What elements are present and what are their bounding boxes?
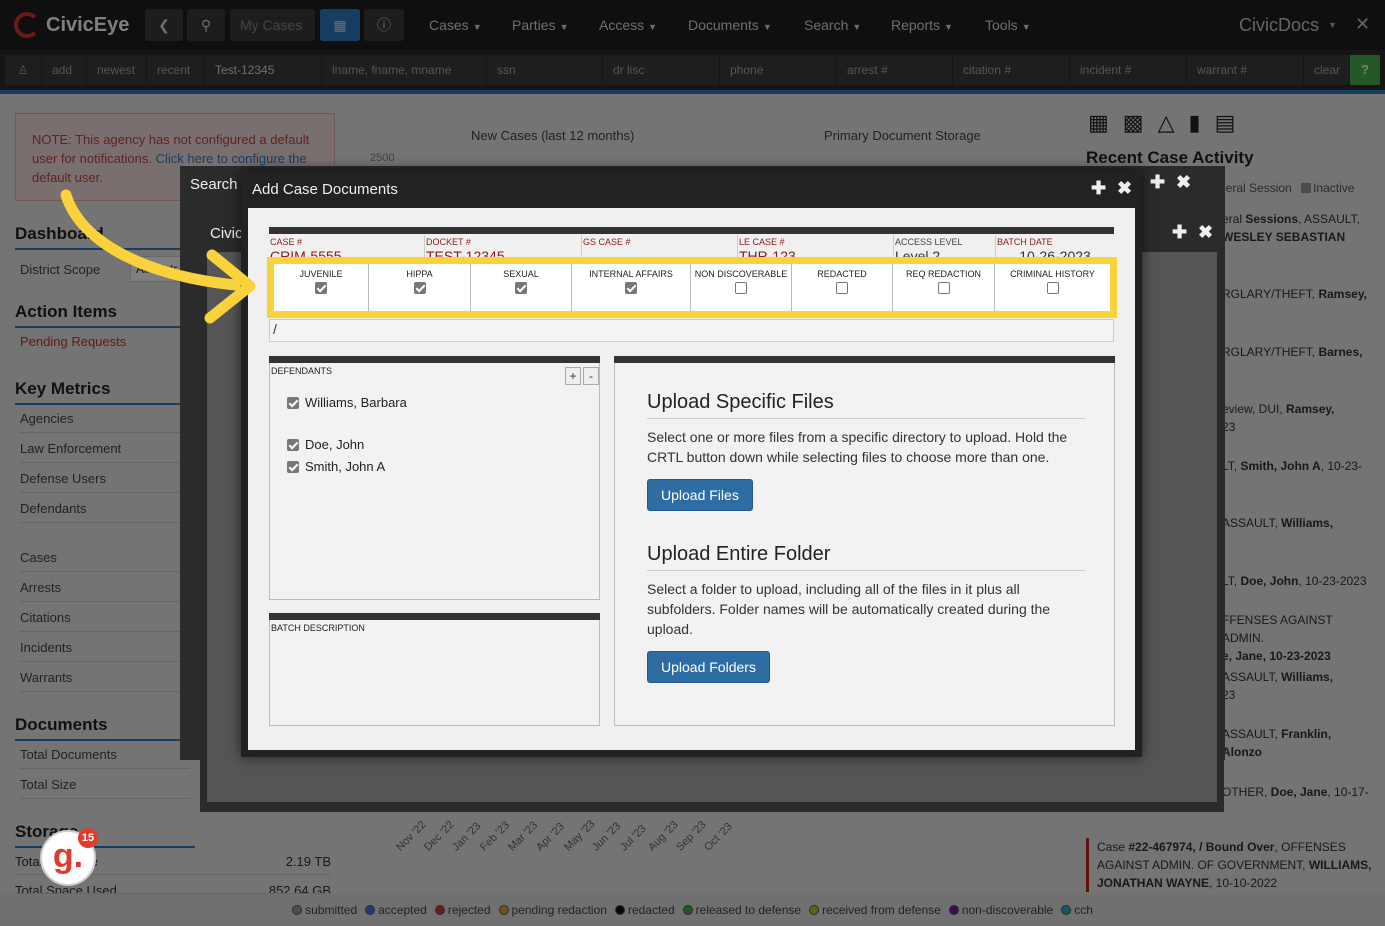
juvenile-checkbox[interactable] [315, 282, 327, 294]
panel-header-bar [614, 356, 1115, 363]
flag-criminal-history: CRIMINAL HISTORY [995, 264, 1110, 311]
upload-files-button[interactable]: Upload Files [647, 479, 753, 511]
upload-files-heading: Upload Specific Files [647, 391, 1085, 419]
plus-icon[interactable]: ✚ [1150, 172, 1165, 193]
req-redaction-checkbox[interactable] [937, 282, 950, 294]
redacted-checkbox[interactable] [836, 282, 848, 294]
classification-flags-highlight: JUVENILE HIPPA SEXUAL INTERNAL AFFAIRS N… [267, 257, 1117, 318]
defendant-item[interactable]: Doe, John [287, 437, 364, 452]
hippa-checkbox[interactable] [413, 282, 426, 294]
upload-folder-description: Select a folder to upload, including all… [647, 581, 1051, 637]
sexual-checkbox[interactable] [515, 282, 527, 294]
notification-badge: 15 [78, 828, 98, 848]
flag-internal-affairs: INTERNAL AFFAIRS [572, 264, 691, 311]
batch-description-panel[interactable]: BATCH DESCRIPTION [269, 613, 600, 726]
close-icon[interactable]: ✖ [1117, 178, 1132, 199]
upload-panel: Upload Specific Files Select one or more… [614, 356, 1115, 726]
defendant-checkbox[interactable] [287, 438, 299, 451]
modal-body: CASE # CRIM-5555 DOCKET # TEST-12345 GS CA… [248, 208, 1135, 750]
upload-folders-button[interactable]: Upload Folders [647, 651, 770, 683]
annotation-arrow [60, 189, 256, 324]
close-icon[interactable]: ✖ [1198, 222, 1213, 243]
defendant-checkbox[interactable] [287, 396, 299, 409]
close-icon[interactable]: ✖ [1176, 172, 1191, 193]
internal-affairs-checkbox[interactable] [625, 282, 637, 294]
upload-folder-heading: Upload Entire Folder [647, 543, 1085, 571]
batch-description-label: BATCH DESCRIPTION [271, 623, 365, 633]
flag-non-discoverable: NON DISCOVERABLE [691, 264, 792, 311]
add-defendant-button[interactable]: + [565, 367, 581, 385]
flag-sexual: SEXUAL [471, 264, 572, 311]
plus-icon[interactable]: ✚ [1172, 222, 1187, 243]
defendant-item[interactable]: Williams, Barbara [287, 395, 407, 410]
upload-files-description: Select one or more files from a specific… [647, 429, 1068, 465]
panel-header-bar [269, 613, 600, 620]
defendant-checkbox[interactable] [287, 460, 299, 473]
criminal-history-checkbox[interactable] [1046, 282, 1059, 294]
defendant-item[interactable]: Smith, John A [287, 459, 385, 474]
panel-header-bar [269, 356, 600, 363]
flag-req-redaction: REQ REDACTION [893, 264, 995, 311]
defendants-panel: DEFENDANTS + - Williams, Barbara Doe, Jo… [269, 356, 600, 600]
path-row: / [269, 319, 1114, 342]
remove-defendant-button[interactable]: - [583, 367, 599, 385]
expand-icon[interactable]: ✚ [1091, 178, 1106, 199]
defendants-label: DEFENDANTS [271, 366, 333, 376]
non-discoverable-checkbox[interactable] [735, 282, 747, 294]
add-case-documents-modal: Add Case Documents ✚ ✖ CASE # CRIM-5555 D… [241, 170, 1142, 757]
flag-hippa: HIPPA [369, 264, 471, 311]
flag-redacted: REDACTED [792, 264, 893, 311]
meta-header-bar [269, 227, 1114, 234]
